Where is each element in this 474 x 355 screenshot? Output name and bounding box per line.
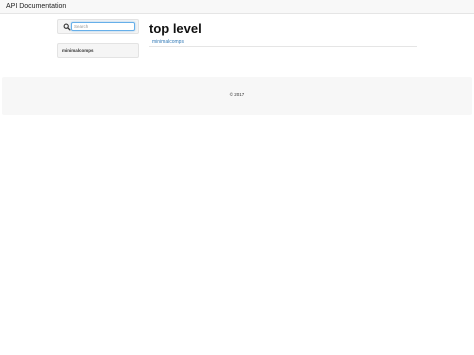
module-link-minimalcomps[interactable]: minimalcomps <box>152 39 184 45</box>
page-title: top level <box>149 21 202 36</box>
divider <box>149 46 417 47</box>
search-input[interactable] <box>71 22 135 31</box>
sidebar-panel: minimalcomps <box>57 43 139 58</box>
brand-title[interactable]: API Documentation <box>6 2 66 11</box>
search-box <box>57 19 139 34</box>
copyright-text: © 2017 <box>229 92 245 97</box>
sidebar-item-minimalcomps[interactable]: minimalcomps <box>62 48 94 53</box>
footer: © 2017 <box>2 77 472 115</box>
top-navbar: API Documentation <box>0 0 474 14</box>
search-icon <box>63 23 71 31</box>
